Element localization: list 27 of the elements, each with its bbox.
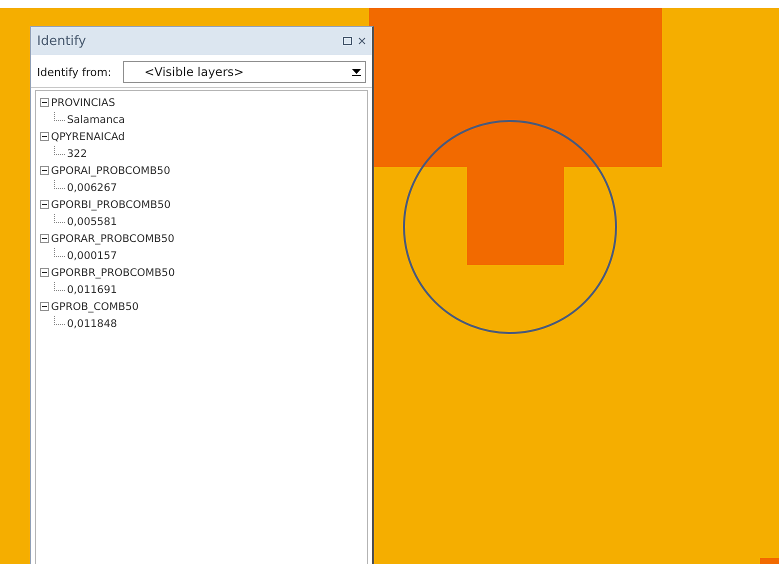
feature-value[interactable]: 0,006267: [67, 182, 118, 194]
dropdown-arrow-icon: [352, 68, 361, 76]
layers-dropdown[interactable]: <Visible layers>: [123, 61, 366, 83]
feature-value[interactable]: 0,000157: [67, 250, 118, 262]
collapse-icon[interactable]: [40, 234, 49, 243]
collapse-icon[interactable]: [40, 132, 49, 141]
layer-name[interactable]: PROVINCIAS: [51, 96, 116, 108]
collapse-icon[interactable]: [40, 200, 49, 209]
collapse-icon[interactable]: [40, 98, 49, 107]
layer-name[interactable]: QPYRENAICAd: [51, 130, 125, 142]
close-icon[interactable]: [358, 37, 366, 45]
feature-value[interactable]: 322: [67, 148, 88, 160]
layer-name[interactable]: GPORAI_PROBCOMB50: [51, 164, 170, 176]
feature-value[interactable]: 0,011848: [67, 318, 118, 330]
layer-name[interactable]: GPORAR_PROBCOMB50: [51, 232, 174, 244]
feature-value[interactable]: Salamanca: [67, 114, 125, 126]
layer-name[interactable]: GPROB_COMB50: [51, 300, 139, 312]
panel-title: Identify: [37, 34, 86, 48]
collapse-icon[interactable]: [40, 166, 49, 175]
layer-name[interactable]: GPORBI_PROBCOMB50: [51, 198, 171, 210]
identify-from-label: Identify from:: [37, 66, 112, 78]
collapse-icon[interactable]: [40, 268, 49, 277]
layer-name[interactable]: GPORBR_PROBCOMB50: [51, 266, 175, 278]
maximize-icon[interactable]: [343, 37, 352, 45]
feature-value[interactable]: 0,011691: [67, 284, 118, 296]
feature-value[interactable]: 0,005581: [67, 216, 118, 228]
collapse-icon[interactable]: [40, 302, 49, 311]
